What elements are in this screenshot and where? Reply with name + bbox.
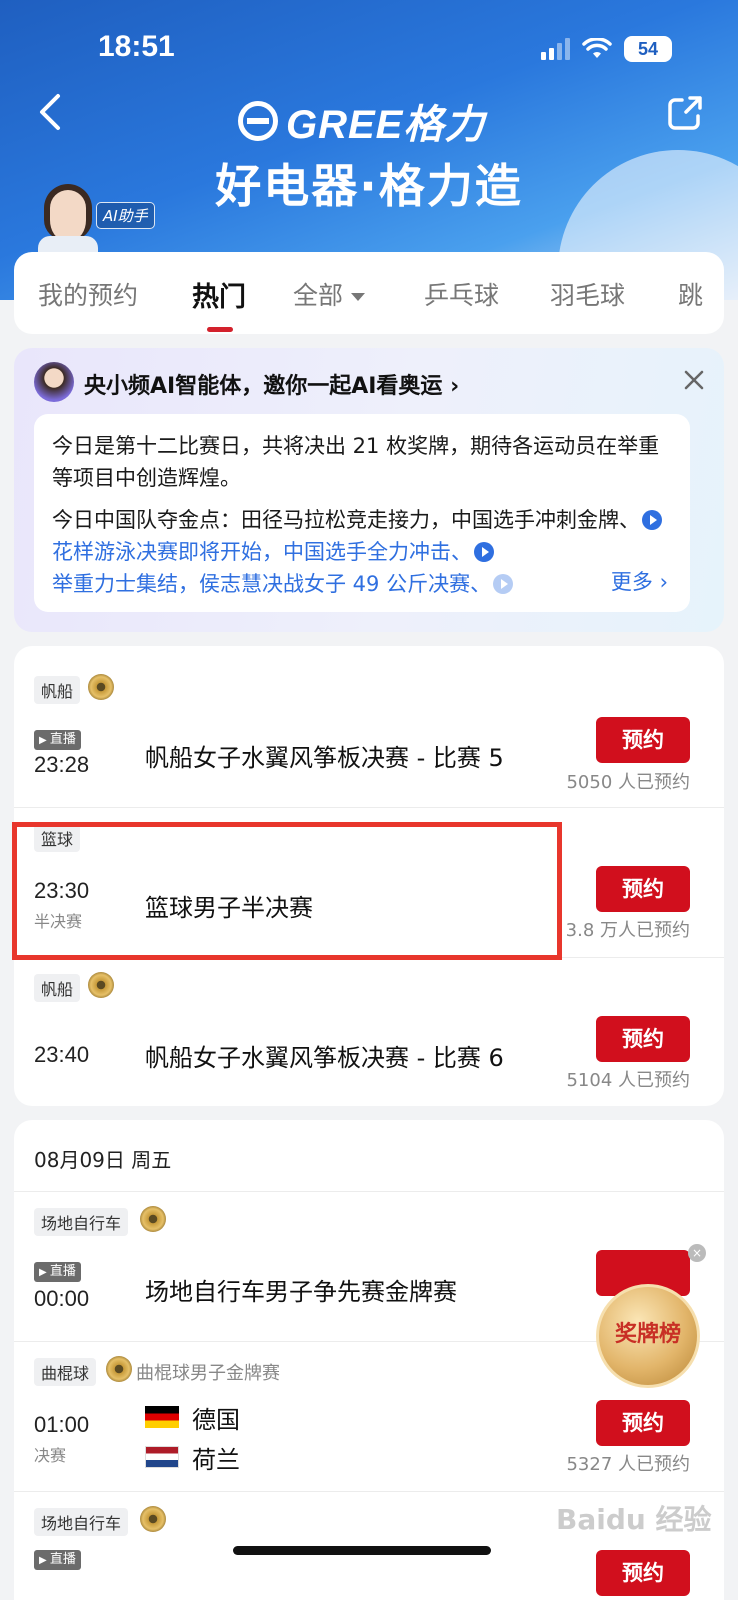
event-title: 帆船女子水翼风筝板决赛 - 比赛 5 [145, 744, 504, 772]
reserve-button[interactable]: 预约 [596, 717, 690, 763]
event-title: 场地自行车男子争先赛金牌赛 [145, 1278, 457, 1306]
ai-link-weightlifting[interactable]: 举重力士集结，侯志慧决战女子 49 公斤决赛、 [52, 572, 491, 596]
ai-gold-prefix: 今日中国队夺金点：田径马拉松竞走接力，中国选手冲刺金牌、 [52, 508, 640, 532]
team-name: 德国 [192, 1406, 240, 1434]
germany-flag-icon [145, 1406, 179, 1428]
more-link-label: 更多 [610, 570, 653, 594]
share-icon[interactable] [666, 94, 704, 132]
reserve-button[interactable]: 预约 [596, 1016, 690, 1062]
live-badge: 直播 [34, 1262, 81, 1282]
status-time: 18:51 [98, 30, 175, 63]
event-time: 01:00 [34, 1412, 90, 1437]
play-icon [493, 574, 514, 594]
team-name: 荷兰 [192, 1446, 240, 1474]
home-indicator [233, 1546, 491, 1555]
ai-assistant-badge[interactable]: AI助手 [96, 202, 155, 229]
live-badge: 直播 [34, 730, 81, 750]
medal-icon [88, 674, 114, 700]
ai-agent-card: 央小频AI智能体，邀你一起AI看奥运 › 今日是第十二比赛日，共将决出 21 枚… [14, 348, 724, 632]
medal-table-float[interactable]: × 奖牌榜 [592, 1244, 706, 1394]
highlight-box [12, 822, 562, 960]
sport-tag: 场地自行车 [34, 1508, 129, 1536]
ai-summary-line: 今日是第十二比赛日，共将决出 21 枚奖牌，期待各运动员在举重等项目中创造辉煌。 [52, 434, 660, 490]
more-link[interactable]: 更多 › [611, 566, 668, 598]
reservation-count: 3.8 万人已预约 [565, 920, 690, 941]
gree-logo-icon [238, 101, 278, 141]
caret-down-icon [351, 293, 366, 301]
reservation-count: 5104 人已预约 [566, 1070, 690, 1091]
play-icon [642, 510, 662, 530]
close-icon[interactable]: × [688, 1244, 706, 1262]
reserve-button[interactable]: 预约 [596, 1400, 690, 1446]
status-icons: 54 [541, 36, 672, 62]
medal-table-label: 奖牌榜 [614, 1322, 681, 1347]
reserve-button[interactable]: 预约 [596, 1550, 690, 1596]
ai-agent-title[interactable]: 央小频AI智能体，邀你一起AI看奥运 › [84, 368, 459, 400]
tab-hot[interactable]: 热门 [192, 275, 246, 314]
live-badge: 直播 [34, 1550, 81, 1570]
ai-gold-points: 今日中国队夺金点：田径马拉松竞走接力，中国选手冲刺金牌、花样游泳决赛即将开始，中… [52, 504, 672, 600]
netherlands-flag-icon [145, 1446, 179, 1468]
tab-my-reservations[interactable]: 我的预约 [38, 276, 138, 312]
play-icon [474, 542, 494, 562]
back-icon[interactable] [34, 92, 70, 132]
ai-agent-avatar [34, 362, 74, 402]
signal-icon [541, 38, 570, 60]
date-header: 08月09日 周五 [34, 1148, 172, 1172]
close-icon[interactable] [680, 366, 708, 394]
wifi-icon [582, 38, 612, 58]
ai-agent-content: 今日是第十二比赛日，共将决出 21 枚奖牌，期待各运动员在举重等项目中创造辉煌。… [34, 414, 690, 612]
sub-event-title: 曲棍球男子金牌赛 [136, 1363, 280, 1384]
medal-icon [140, 1506, 166, 1532]
battery-icon: 54 [624, 36, 672, 62]
sport-tag: 曲棍球 [34, 1358, 97, 1386]
watermark: Baidu 经验 [556, 1503, 712, 1536]
medal-icon [106, 1356, 132, 1382]
tab-badminton[interactable]: 羽毛球 [550, 276, 625, 312]
event-title: 帆船女子水翼风筝板决赛 - 比赛 6 [145, 1044, 504, 1072]
category-tabs: 我的预约 热门 全部 乒乓球 羽毛球 跳 [14, 252, 724, 334]
event-stage: 决赛 [34, 1446, 67, 1465]
tab-table-tennis[interactable]: 乒乓球 [424, 276, 499, 312]
sport-tag: 场地自行车 [34, 1208, 129, 1236]
tab-more-partial[interactable]: 跳 [678, 276, 703, 312]
list-item[interactable]: 帆船 直播 23:28 帆船女子水翼风筝板决赛 - 比赛 5 预约 5050 人… [14, 658, 724, 808]
sport-tag: 帆船 [34, 974, 81, 1002]
ai-agent-title-text: 央小频AI智能体，邀你一起AI看奥运 [84, 374, 443, 399]
ai-assistant-avatar[interactable] [38, 180, 98, 254]
event-time: 23:40 [34, 1042, 90, 1067]
reserve-button[interactable]: 预约 [596, 866, 690, 912]
active-tab-indicator [207, 327, 233, 332]
date-header-row: 08月09日 周五 [14, 1120, 724, 1192]
list-item[interactable]: 帆船 23:40 帆船女子水翼风筝板决赛 - 比赛 6 预约 5104 人已预约 [14, 958, 724, 1106]
brand-text: GREE格力 [286, 103, 486, 147]
event-time: 23:28 [34, 752, 90, 777]
reservation-count: 5050 人已预约 [566, 772, 690, 793]
avatar-head [44, 184, 92, 240]
ai-link-synchronised-swimming[interactable]: 花样游泳决赛即将开始，中国选手全力冲击、 [52, 540, 472, 564]
tab-all-label: 全部 [293, 281, 344, 310]
brand-logo: GREE格力 [238, 96, 485, 147]
event-time: 00:00 [34, 1286, 90, 1311]
tab-all[interactable]: 全部 [293, 276, 366, 312]
medal-icon [88, 972, 114, 998]
sport-tag: 帆船 [34, 676, 81, 704]
medal-icon [140, 1206, 166, 1232]
reservation-count: 5327 人已预约 [566, 1454, 690, 1475]
